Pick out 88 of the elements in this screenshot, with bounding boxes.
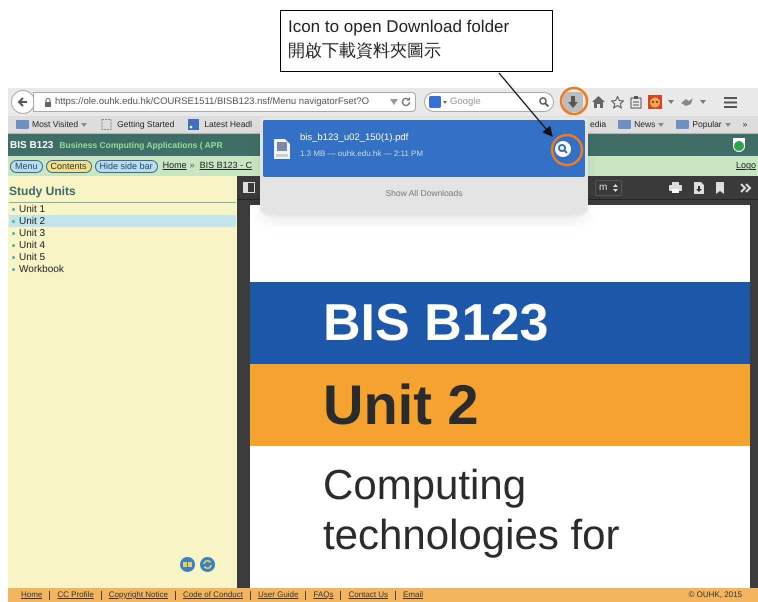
breadcrumb-link[interactable]: Home <box>162 159 187 173</box>
search-icon[interactable] <box>539 97 549 107</box>
bookmark-item[interactable]: Popular <box>676 118 731 131</box>
search-engine-icon[interactable] <box>429 96 447 108</box>
clipboard-icon[interactable] <box>630 96 642 108</box>
download-item[interactable]: bis_b123_u02_150(1).pdf 1.3 MB — ouhk.edu.hk — 2:11 PM <box>263 120 585 177</box>
copyright-text: © OUHK, 2015 <box>688 589 742 601</box>
dropdown-icon <box>724 122 731 126</box>
footer-link[interactable]: FAQs <box>313 589 334 601</box>
highlight-circle <box>560 86 588 116</box>
url-text: https://ole.ouhk.edu.hk/COURSE1511/BISB123.nsf/Menu navigatorFset?O <box>55 94 370 109</box>
reload-icon[interactable] <box>401 97 411 107</box>
sidebar-toggle-icon[interactable] <box>243 182 255 193</box>
back-arrow-icon <box>17 96 29 108</box>
print-icon[interactable] <box>669 182 682 193</box>
breadcrumb-link[interactable]: BIS B123 - C <box>200 159 252 173</box>
bullet-icon <box>12 232 15 234</box>
nav-button[interactable]: Menu <box>10 160 43 172</box>
bullet-icon <box>12 256 15 258</box>
bookmark-item[interactable]: edia <box>590 118 606 131</box>
footer-link[interactable]: Email <box>403 589 424 601</box>
nav-button[interactable]: Hide side bar <box>94 160 158 172</box>
footer-link[interactable]: Code of Conduct <box>182 589 243 601</box>
sidebar-item[interactable]: Unit 3 <box>9 227 236 239</box>
sidebar-item[interactable]: Unit 1 <box>9 203 236 215</box>
sidebar-item[interactable]: Unit 4 <box>9 239 236 251</box>
home-icon[interactable] <box>592 96 605 108</box>
callout-text: 開啟下載資料夾圖示 <box>288 40 442 62</box>
bookmark-item[interactable]: Most Visited <box>16 118 88 131</box>
bookmark-item[interactable]: Getting Started <box>101 118 174 131</box>
course-code: BIS B123 <box>10 138 54 152</box>
monkey-face-icon[interactable] <box>648 95 662 109</box>
download-icon[interactable] <box>694 182 704 194</box>
magnifier-icon[interactable] <box>555 140 571 156</box>
page-heading-text: technologies for <box>323 510 621 560</box>
banner-title: BIS B123 <box>323 297 548 349</box>
zoom-select[interactable]: m <box>595 180 622 196</box>
bookmark-item[interactable]: News <box>618 118 664 131</box>
page-heading-text: Computing <box>323 460 528 510</box>
callout-text: Icon to open Download folder <box>288 16 510 38</box>
sidebar-item[interactable]: Workbook <box>9 263 236 275</box>
double-chevron-icon[interactable] <box>740 182 752 192</box>
bookmark-icon[interactable] <box>716 182 724 194</box>
course-title: Business Computing Applications ( APR <box>59 138 223 152</box>
file-meta: 1.3 MB — ouhk.edu.hk — 2:11 PM <box>300 148 424 160</box>
dropdown-icon <box>81 122 88 126</box>
sidebar-title: Study Units <box>9 182 236 203</box>
unit-title: Unit 2 <box>323 377 479 433</box>
dropdown-icon[interactable] <box>668 100 674 104</box>
footer-link[interactable]: User Guide <box>258 589 298 601</box>
highlight-circle <box>550 134 584 166</box>
star-icon[interactable] <box>611 96 624 108</box>
lock-icon <box>44 98 52 106</box>
refresh-icon[interactable] <box>200 557 215 572</box>
address-field[interactable]: https://ole.ouhk.edu.hk/COURSE1511/BISB123.nsf/Menu navigatorFset?O <box>33 92 416 112</box>
bookmark-item[interactable]: » <box>742 118 748 131</box>
footer-link[interactable]: Copyright Notice <box>108 589 168 601</box>
sidebar-item[interactable]: Unit 5 <box>9 251 236 263</box>
dropdown-icon[interactable] <box>390 99 398 105</box>
bullet-icon <box>12 208 15 210</box>
updown-icon <box>613 184 618 192</box>
pdf-file-icon <box>274 138 290 158</box>
logout-link[interactable]: Logo <box>736 159 756 173</box>
sidebar-item[interactable]: Unit 2 <box>9 215 236 227</box>
shield-logo-icon <box>732 137 746 153</box>
bullet-icon <box>12 220 15 222</box>
back-button[interactable] <box>11 90 35 114</box>
menu-icon[interactable] <box>724 96 737 108</box>
dropdown-icon <box>658 122 664 126</box>
folder-icon <box>618 119 632 130</box>
show-all-downloads-button[interactable]: Show All Downloads <box>385 187 462 200</box>
pointer-arrow <box>498 72 553 137</box>
footer-link[interactable]: Contact Us <box>348 589 388 601</box>
bullet-icon <box>12 244 15 246</box>
breadcrumb-separator: » <box>190 159 195 172</box>
folder-icon <box>676 119 690 130</box>
nav-button[interactable]: Contents <box>46 160 92 172</box>
page-icon <box>101 119 114 130</box>
bullet-icon <box>12 268 15 270</box>
search-placeholder: Google <box>450 94 482 109</box>
footer-link[interactable]: CC Profile <box>57 589 94 601</box>
download-arrow-icon <box>568 96 578 108</box>
footer-link[interactable]: Home <box>21 589 42 601</box>
file-name: bis_b123_u02_150(1).pdf <box>300 130 410 145</box>
download-button[interactable] <box>563 92 583 112</box>
bookmark-item[interactable]: Latest Headl <box>188 118 252 131</box>
folder-icon <box>16 119 29 130</box>
dropdown-icon[interactable] <box>700 100 706 104</box>
